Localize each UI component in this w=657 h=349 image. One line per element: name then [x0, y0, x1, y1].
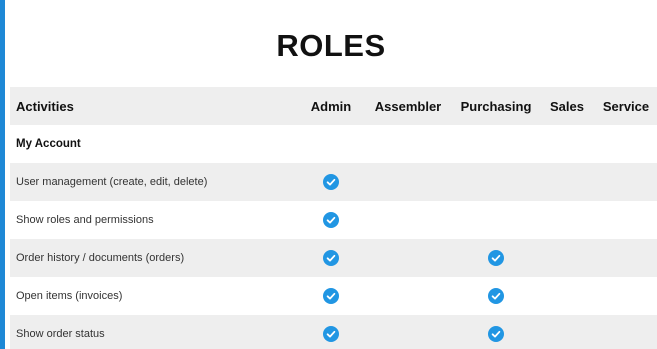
- table-header-row: Activities Admin Assembler Purchasing Sa…: [10, 87, 657, 125]
- check-circle-icon: [323, 287, 339, 304]
- permission-cell-assembler: [363, 239, 453, 277]
- activities-header: Activities: [16, 98, 74, 114]
- permission-cell-admin: [299, 163, 363, 201]
- table-row: Open items (invoices): [10, 277, 657, 315]
- permission-cell-assembler: [363, 277, 453, 315]
- table-row: Show roles and permissions: [10, 201, 657, 239]
- permission-cell-assembler: [363, 163, 453, 201]
- page-title: ROLES: [276, 28, 386, 63]
- role-header-assembler: Assembler: [374, 98, 442, 114]
- check-circle-icon: [488, 325, 504, 342]
- permission-cell-admin: [299, 239, 363, 277]
- roles-table: Activities Admin Assembler Purchasing Sa…: [10, 87, 657, 349]
- activity-label: Open items (invoices): [16, 290, 123, 302]
- permission-cell-assembler: [363, 315, 453, 349]
- table-row: User management (create, edit, delete): [10, 163, 657, 201]
- permission-cell-service: [595, 277, 657, 315]
- check-circle-icon: [323, 173, 339, 190]
- permission-cell-admin: [299, 315, 363, 349]
- permission-cell-sales: [539, 201, 595, 239]
- permission-cell-purchasing: [453, 201, 539, 239]
- permission-cell-sales: [539, 315, 595, 349]
- check-circle-icon: [488, 287, 504, 304]
- role-header-sales: Sales: [550, 98, 584, 114]
- roles-page: ROLES Activities Admin Assembler Purchas…: [0, 0, 657, 349]
- table-row: Order history / documents (orders): [10, 239, 657, 277]
- activity-label: Order history / documents (orders): [16, 252, 185, 264]
- table-row: Show order status: [10, 315, 657, 349]
- check-circle-icon: [323, 211, 339, 228]
- check-circle-icon: [488, 249, 504, 266]
- permission-cell-service: [595, 163, 657, 201]
- role-header-service: Service: [602, 98, 650, 114]
- permission-cell-admin: [299, 277, 363, 315]
- permission-cell-purchasing: [453, 163, 539, 201]
- permission-cell-service: [595, 201, 657, 239]
- permission-cell-purchasing: [453, 315, 539, 349]
- permission-cell-admin: [299, 201, 363, 239]
- permission-cell-service: [595, 239, 657, 277]
- role-header-admin: Admin: [310, 98, 352, 114]
- section-label: My Account: [16, 138, 81, 150]
- permission-cell-assembler: [363, 201, 453, 239]
- check-circle-icon: [323, 249, 339, 266]
- activity-label: Show roles and permissions: [16, 214, 154, 226]
- permission-cell-purchasing: [453, 239, 539, 277]
- permission-cell-purchasing: [453, 277, 539, 315]
- activity-label: Show order status: [16, 328, 105, 340]
- table-body: My Account User management (create, edit…: [10, 125, 657, 349]
- role-header-purchasing: Purchasing: [460, 98, 532, 114]
- permission-cell-sales: [539, 163, 595, 201]
- section-row: My Account: [10, 125, 657, 163]
- permission-cell-sales: [539, 239, 595, 277]
- activity-label: User management (create, edit, delete): [16, 176, 208, 188]
- permission-cell-service: [595, 315, 657, 349]
- check-circle-icon: [323, 325, 339, 342]
- permission-cell-sales: [539, 277, 595, 315]
